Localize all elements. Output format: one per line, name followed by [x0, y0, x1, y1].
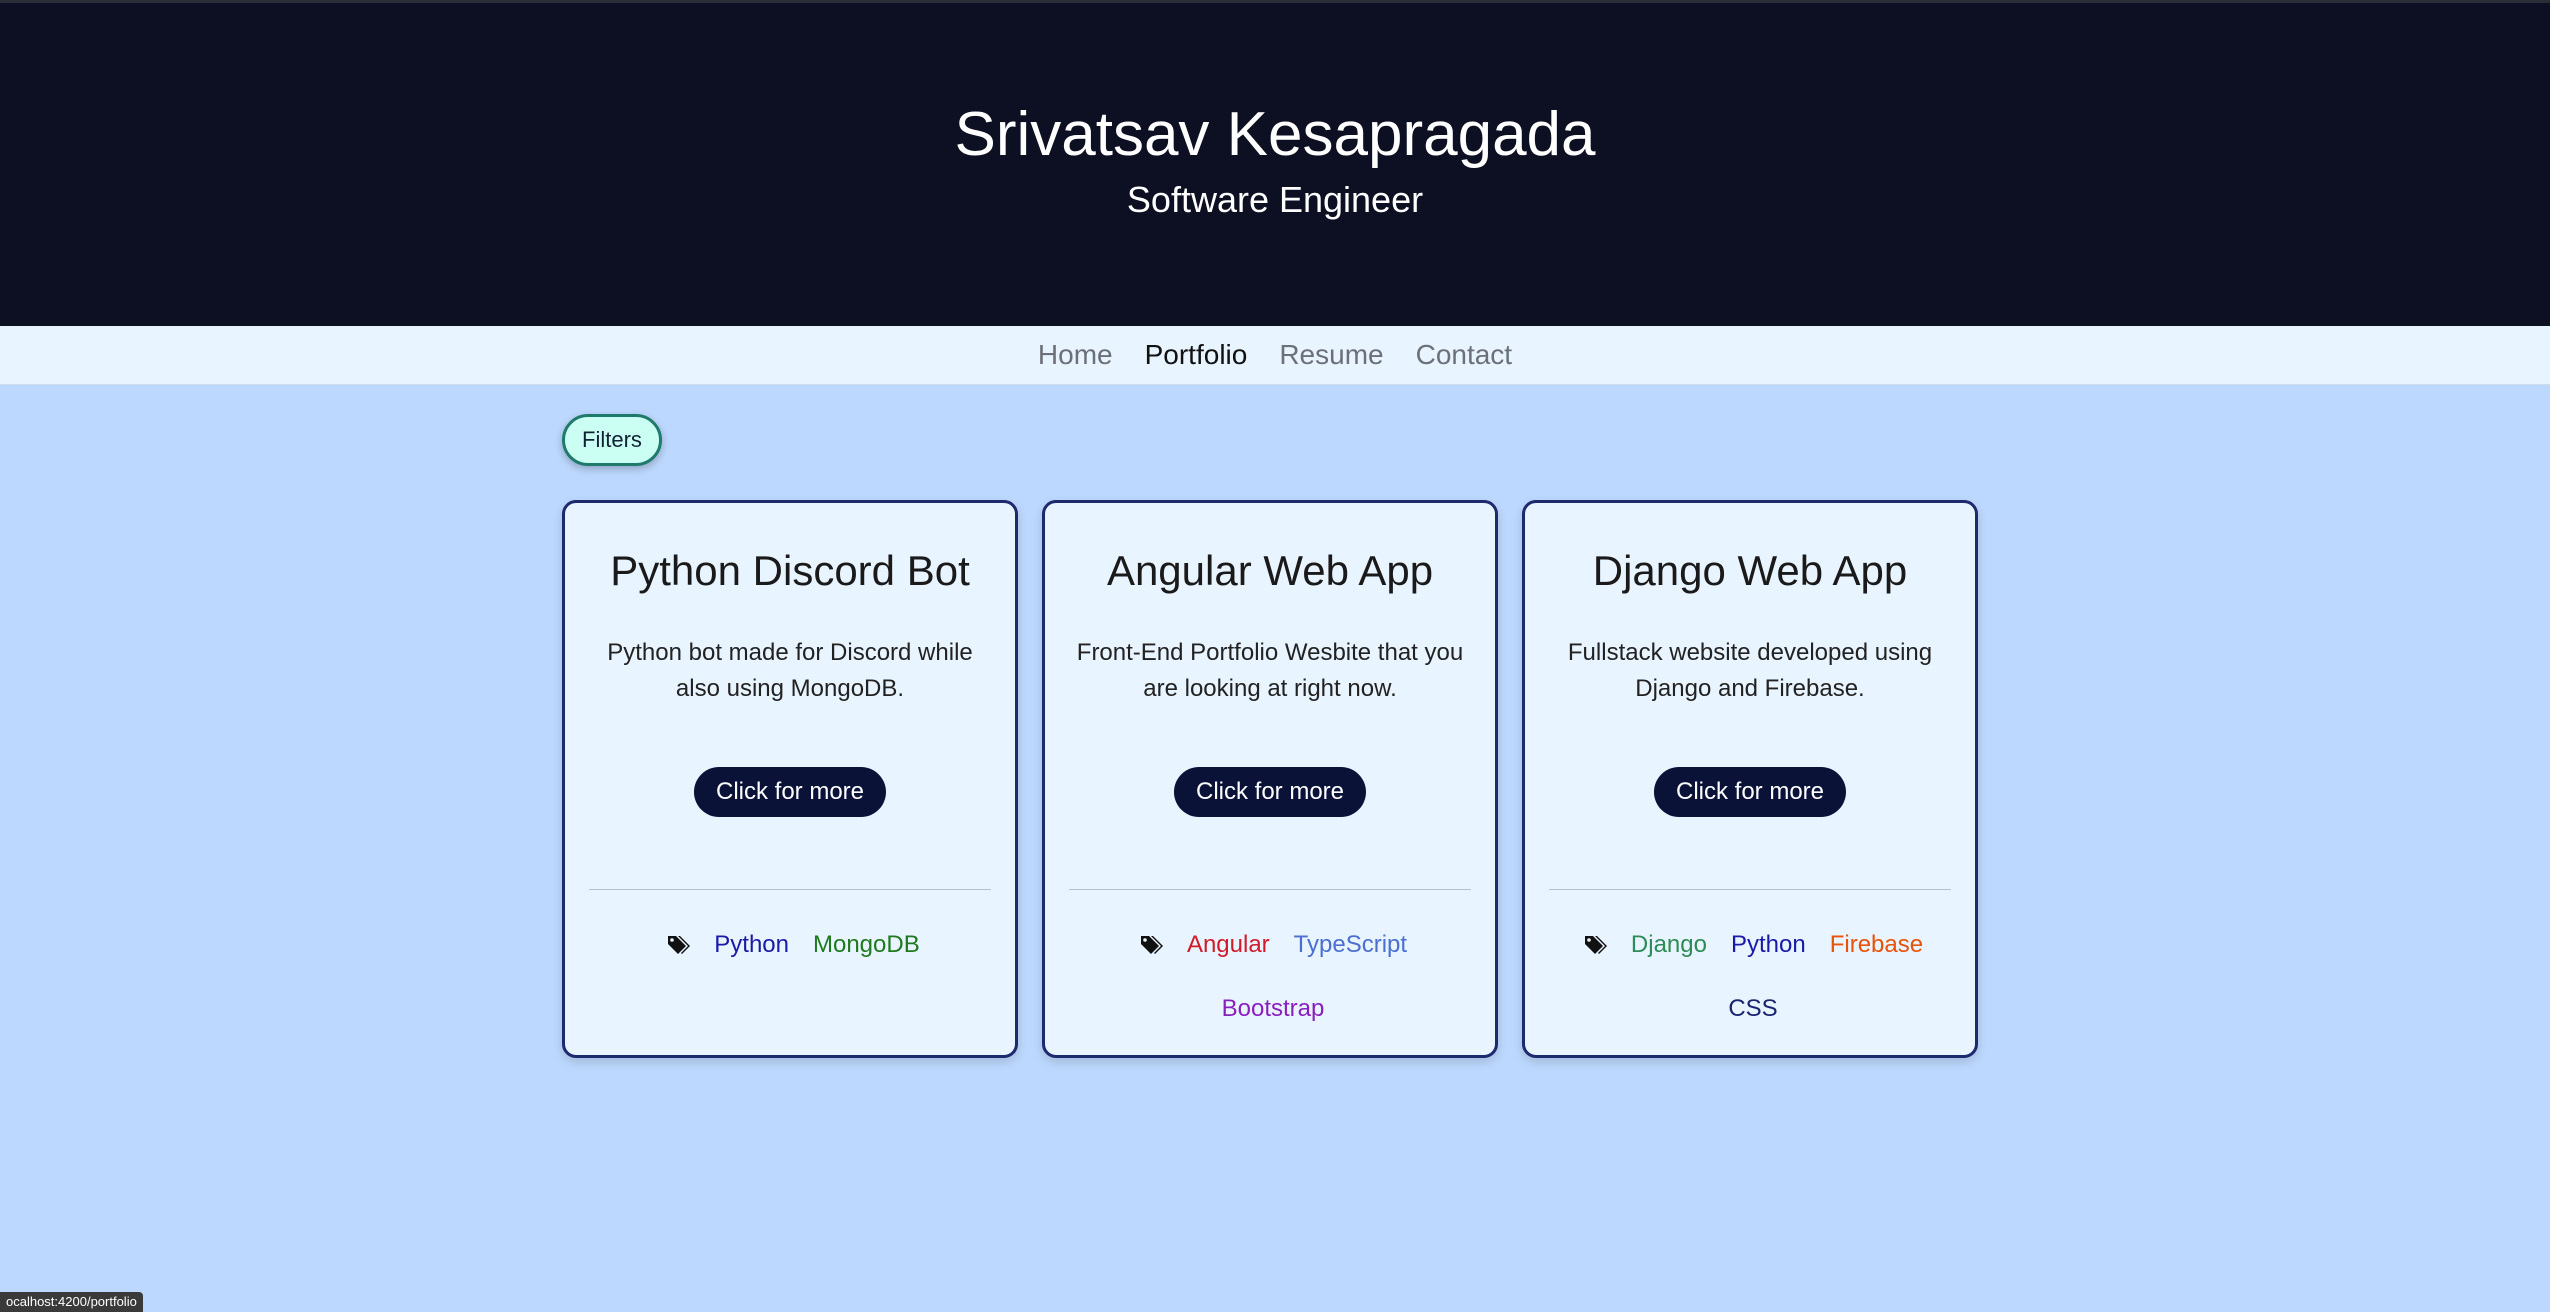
nav-home[interactable]: Home — [1038, 339, 1113, 371]
project-card-python-discord-bot: Python Discord Bot Python bot made for D… — [562, 500, 1018, 1058]
tags-icon — [1139, 923, 1163, 967]
card-divider — [1069, 889, 1471, 890]
filters-button[interactable]: Filters — [562, 414, 662, 466]
tag-django[interactable]: Django — [1631, 923, 1707, 967]
card-description: Python bot made for Discord while also u… — [607, 639, 973, 702]
card-title: Django Web App — [1592, 547, 1908, 594]
click-for-more-button[interactable]: Click for more — [1173, 767, 1367, 817]
card-description: Fullstack website developed using Django… — [1567, 639, 1933, 702]
tag-python[interactable]: Python — [714, 923, 789, 967]
card-description: Front-End Portfolio Wesbite that you are… — [1076, 639, 1464, 702]
card-title: Angular Web App — [1106, 547, 1434, 594]
click-for-more-button[interactable]: Click for more — [693, 767, 887, 817]
tag-firebase[interactable]: Firebase — [1830, 923, 1923, 967]
card-divider — [589, 889, 991, 890]
nav-resume[interactable]: Resume — [1279, 339, 1383, 371]
tag-list: Angular TypeScript Bootstrap — [1085, 923, 1461, 1031]
site-header: Srivatsav Kesapragada Software Engineer — [0, 0, 2550, 326]
tag-bootstrap[interactable]: Bootstrap — [1222, 987, 1325, 1031]
tag-python[interactable]: Python — [1731, 923, 1806, 967]
click-for-more-button[interactable]: Click for more — [1653, 767, 1847, 817]
card-divider — [1549, 889, 1951, 890]
project-card-django-web-app: Django Web App Fullstack website develop… — [1522, 500, 1978, 1058]
tags-icon — [1583, 923, 1607, 967]
tag-typescript[interactable]: TypeScript — [1294, 923, 1407, 967]
tag-list: Python MongoDB — [605, 923, 981, 967]
nav-contact[interactable]: Contact — [1416, 339, 1513, 371]
main-nav: Home Portfolio Resume Contact — [0, 326, 2550, 385]
tags-icon — [666, 923, 691, 967]
project-card-angular-web-app: Angular Web App Front-End Portfolio Wesb… — [1042, 500, 1498, 1058]
tag-angular[interactable]: Angular — [1187, 923, 1270, 967]
tag-css[interactable]: CSS — [1728, 987, 1777, 1031]
site-owner-title: Software Engineer — [1126, 179, 1424, 220]
site-owner-name: Srivatsav Kesapragada — [954, 100, 1596, 169]
nav-portfolio[interactable]: Portfolio — [1145, 339, 1248, 371]
tag-list: Django Python Firebase CSS — [1565, 923, 1941, 1031]
card-title: Python Discord Bot — [610, 547, 970, 594]
tag-mongodb[interactable]: MongoDB — [813, 923, 920, 967]
browser-status-url: ocalhost:4200/portfolio — [0, 1292, 143, 1312]
